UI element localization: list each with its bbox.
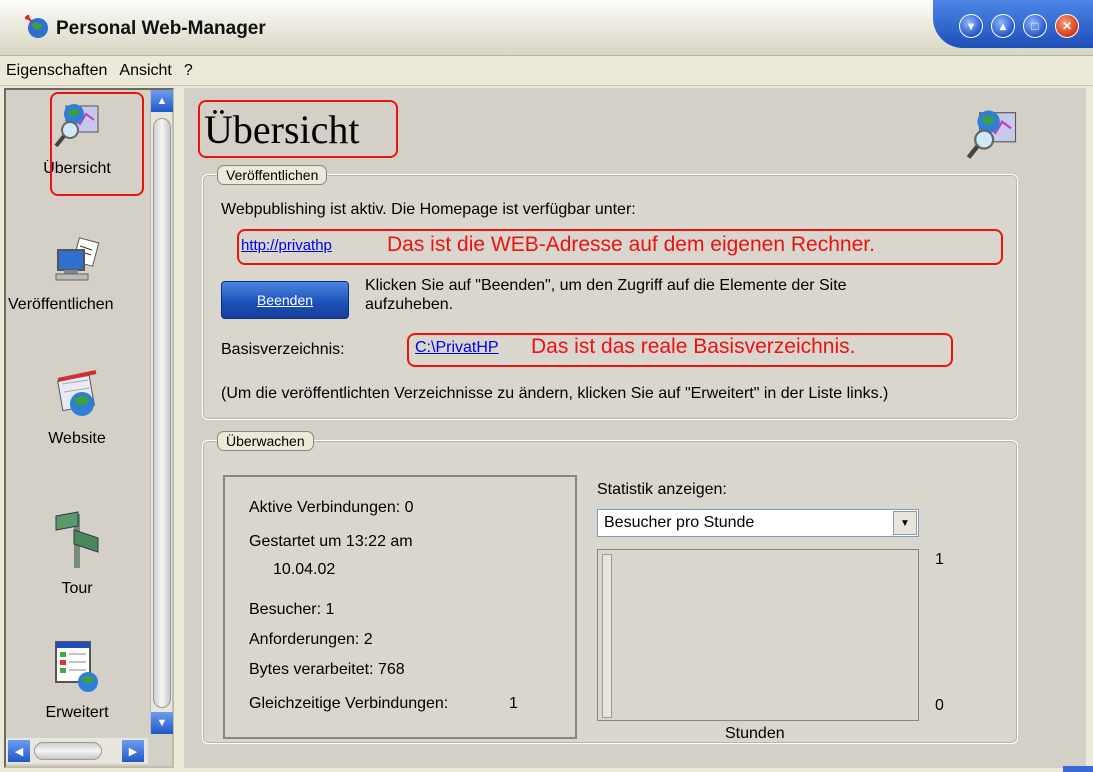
overview-globe-icon <box>966 110 1017 159</box>
publish-computer-icon <box>55 237 100 281</box>
advanced-window-icon <box>55 641 98 692</box>
graph-axis-bar <box>602 554 612 718</box>
signpost-icon <box>55 511 99 568</box>
sidebar-item-erweitert[interactable]: Erweitert <box>6 638 148 722</box>
stop-hint-line2: aufzuheben. <box>365 296 454 313</box>
stats-label: Statistik anzeigen: <box>597 481 727 498</box>
sidebar-item-veroeffentlichen[interactable]: Veröffentlichen <box>6 236 148 314</box>
window-title: Personal Web-Manager <box>56 18 266 39</box>
publish-footer-hint: (Um die veröffentlichten Verzeichnisse z… <box>221 385 889 402</box>
publish-group-label: Veröffentlichen <box>217 165 328 185</box>
sidebar-item-label: Veröffentlichen <box>8 296 114 313</box>
maximize-button[interactable]: □ <box>1023 14 1047 38</box>
sidebar-item-label: Erweitert <box>45 704 109 721</box>
app-globe-icon <box>24 14 48 38</box>
scroll-up-arrow-icon[interactable]: ▲ <box>151 90 173 112</box>
stats-graph <box>597 549 919 721</box>
close-icon: ✕ <box>1061 19 1073 33</box>
monitor-group-label: Überwachen <box>217 431 314 451</box>
stats-select-value: Besucher pro Stunde <box>604 514 755 531</box>
graph-min-label: 0 <box>935 697 944 714</box>
graph-x-label: Stunden <box>725 725 785 742</box>
publish-group: Veröffentlichen Webpublishing ist aktiv.… <box>202 165 1018 420</box>
sidebar-item-website[interactable]: Website <box>6 370 148 448</box>
stats-box: Aktive Verbindungen: 0 Gestartet um 13:2… <box>223 475 577 739</box>
sidebar-item-label: Website <box>48 430 106 447</box>
sidebar: Übersicht Veröffentlichen Website Tour E… <box>4 88 174 768</box>
monitor-group: Überwachen Aktive Verbindungen: 0 Gestar… <box>202 431 1018 744</box>
website-globe-icon <box>57 370 97 416</box>
sidebar-item-tour[interactable]: Tour <box>6 508 148 598</box>
title-bar-controls: ▾ ▴ □ ✕ <box>933 0 1093 48</box>
stop-hint-line1: Klicken Sie auf "Beenden", um den Zugrif… <box>365 277 847 294</box>
stats-select[interactable]: Besucher pro Stunde ▼ <box>597 509 919 537</box>
concurrent-connections-label: Gleichzeitige Verbindungen: <box>249 695 449 712</box>
main-panel: Übersicht Veröffentlichen Webpublishing … <box>184 88 1086 768</box>
menu-eigenschaften[interactable]: Eigenschaften <box>6 62 107 80</box>
visitors-count: Besucher: 1 <box>249 601 335 618</box>
started-line1: Gestartet um 13:22 am <box>249 533 413 550</box>
bytes-processed: Bytes verarbeitet: 768 <box>249 661 405 678</box>
scroll-left-arrow-icon[interactable]: ◀ <box>8 740 30 762</box>
restore-icon: ▴ <box>999 19 1007 33</box>
scroll-right-arrow-icon[interactable]: ▶ <box>122 740 144 762</box>
highlight-sidebar-uebersicht <box>50 92 144 196</box>
maximize-icon: □ <box>1031 19 1039 33</box>
title-bar[interactable]: Personal Web-Manager ▾ ▴ □ ✕ <box>0 0 1093 56</box>
basedir-label: Basisverzeichnis: <box>221 341 345 358</box>
horizontal-scroll-thumb[interactable] <box>34 742 102 760</box>
highlight-page-title <box>198 100 398 158</box>
requests-count: Anforderungen: 2 <box>249 631 373 648</box>
stop-button[interactable]: Beenden <box>221 281 349 319</box>
window-corner <box>1063 766 1093 772</box>
sidebar-horizontal-scrollbar[interactable]: ◀ ▶ <box>6 738 148 764</box>
sidebar-item-label: Tour <box>61 580 93 597</box>
scroll-thumb[interactable] <box>153 118 171 708</box>
restore-button[interactable]: ▴ <box>991 14 1015 38</box>
minimize-icon: ▾ <box>967 19 975 33</box>
annotation-web-address: Das ist die WEB-Adresse auf dem eigenen … <box>387 233 875 256</box>
close-button[interactable]: ✕ <box>1055 14 1079 38</box>
publish-status-text: Webpublishing ist aktiv. Die Homepage is… <box>221 201 636 218</box>
sidebar-vertical-scrollbar[interactable]: ▲ ▼ <box>150 90 173 734</box>
active-connections: Aktive Verbindungen: 0 <box>249 499 414 516</box>
minimize-button[interactable]: ▾ <box>959 14 983 38</box>
concurrent-connections-value: 1 <box>509 695 518 712</box>
scroll-down-arrow-icon[interactable]: ▼ <box>151 712 173 734</box>
graph-max-label: 1 <box>935 551 944 568</box>
menu-ansicht[interactable]: Ansicht <box>119 62 171 80</box>
started-line2: 10.04.02 <box>273 561 336 578</box>
chevron-down-icon[interactable]: ▼ <box>893 511 917 535</box>
annotation-basedir: Das ist das reale Basisverzeichnis. <box>531 335 856 358</box>
menu-help[interactable]: ? <box>184 62 193 80</box>
menu-bar: Eigenschaften Ansicht ? <box>0 56 1093 86</box>
